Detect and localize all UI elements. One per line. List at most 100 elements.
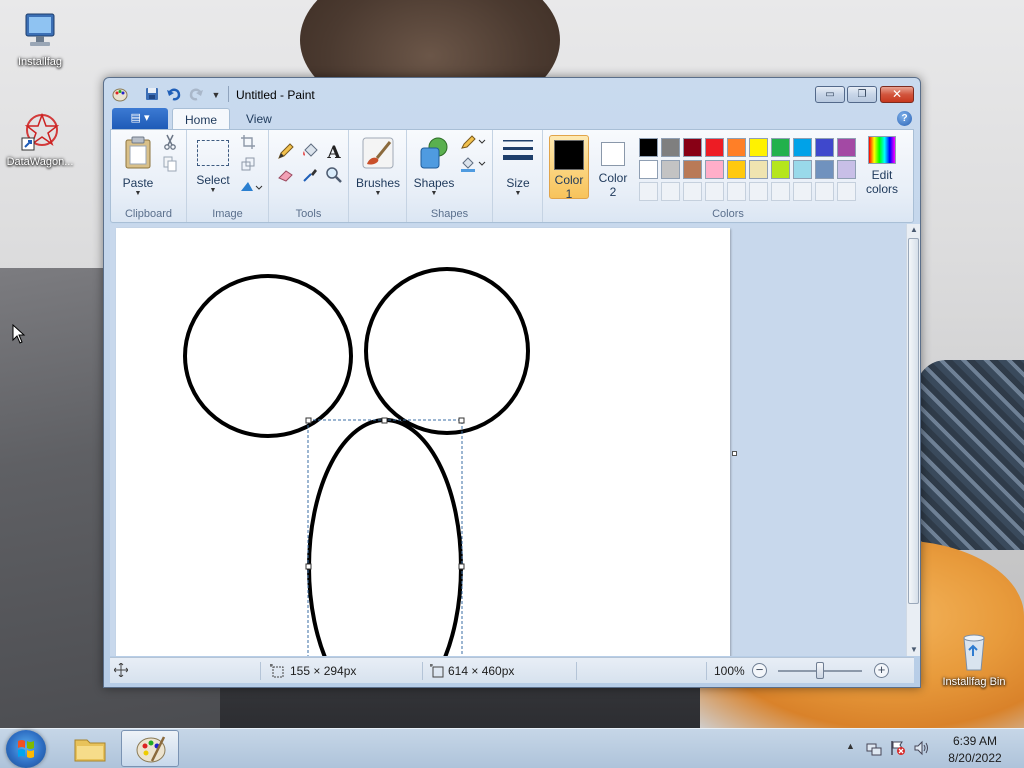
show-hidden-icons-chevron-up-icon[interactable]: ▲ (846, 741, 855, 751)
copy-icon[interactable] (159, 156, 181, 178)
selection-handle[interactable] (458, 563, 465, 570)
paste-button[interactable]: Paste ▼ (119, 136, 157, 197)
palette-swatch[interactable] (727, 138, 746, 157)
palette-swatch[interactable] (705, 138, 724, 157)
drawing-canvas[interactable] (116, 228, 730, 656)
eraser-icon[interactable] (275, 166, 297, 188)
taskbar-explorer[interactable] (61, 730, 119, 767)
brushes-button[interactable]: Brushes ▼ (355, 136, 401, 197)
canvas-size-icon (430, 664, 444, 681)
start-button[interactable] (6, 730, 46, 768)
rotate-icon[interactable] (237, 178, 265, 200)
shapes-button[interactable]: Shapes ▼ (411, 136, 457, 197)
paint-app-icon[interactable] (112, 87, 128, 103)
selection-handle[interactable] (305, 417, 312, 424)
size-button[interactable]: Size ▼ (499, 136, 537, 197)
palette-swatch[interactable] (837, 138, 856, 157)
color-picker-icon[interactable] (299, 166, 321, 188)
selection-handle[interactable] (381, 417, 388, 424)
system-tray: ▲ 6:39 AM 8/20/2022 (840, 729, 1024, 768)
palette-swatch[interactable] (771, 138, 790, 157)
group-label-clipboard: Clipboard (124, 208, 173, 220)
palette-swatch[interactable] (639, 160, 658, 179)
help-icon[interactable]: ? (897, 111, 912, 126)
scroll-up-arrow-icon[interactable]: ▲ (907, 224, 921, 236)
palette-empty-slot[interactable] (661, 182, 680, 201)
status-separator (576, 662, 577, 680)
palette-swatch[interactable] (749, 160, 768, 179)
action-center-flag-icon[interactable] (890, 740, 906, 759)
color1-button[interactable]: Color 1 (549, 135, 589, 201)
fill-bucket-dropdown-icon[interactable] (459, 156, 487, 178)
palette-empty-slot[interactable] (815, 182, 834, 201)
palette-empty-slot[interactable] (771, 182, 790, 201)
palette-swatch[interactable] (749, 138, 768, 157)
palette-swatch[interactable] (815, 160, 834, 179)
close-button[interactable]: ✕ (880, 86, 914, 103)
palette-swatch[interactable] (683, 138, 702, 157)
clock-time[interactable]: 6:39 AM (940, 734, 1010, 748)
group-shapes: Shapes ▼ Shapes (407, 130, 493, 222)
shape-selection-box[interactable] (307, 419, 463, 656)
palette-swatch[interactable] (793, 138, 812, 157)
palette-empty-slot[interactable] (705, 182, 724, 201)
volume-icon[interactable] (914, 740, 930, 759)
palette-swatch[interactable] (771, 160, 790, 179)
palette-empty-slot[interactable] (837, 182, 856, 201)
palette-empty-slot[interactable] (749, 182, 768, 201)
taskbar-paint[interactable] (121, 730, 179, 767)
maximize-button[interactable]: ❐ (847, 86, 877, 103)
minimize-button[interactable]: ▭ (815, 86, 845, 103)
palette-swatch[interactable] (837, 160, 856, 179)
desktop-icon-datawagon[interactable]: DataWagon... (0, 110, 80, 168)
tab-view[interactable]: View (234, 108, 284, 130)
desktop-icon-label: Installfag Bin (942, 676, 1006, 688)
palette-swatch[interactable] (661, 138, 680, 157)
fill-bucket-icon[interactable] (299, 142, 321, 164)
scroll-down-arrow-icon[interactable]: ▼ (907, 644, 921, 656)
zoom-out-button[interactable]: − (752, 663, 767, 678)
palette-swatch[interactable] (815, 138, 834, 157)
magnifier-icon[interactable] (323, 166, 345, 188)
zoom-slider-thumb[interactable] (816, 662, 824, 679)
pencil-icon[interactable] (275, 142, 297, 164)
redo-icon[interactable] (188, 87, 204, 103)
desktop-icon-installfag[interactable]: Installfag (0, 10, 80, 68)
resize-icon[interactable] (237, 156, 259, 178)
palette-swatch[interactable] (705, 160, 724, 179)
palette-swatch[interactable] (793, 160, 812, 179)
scrollbar-thumb[interactable] (908, 238, 919, 604)
network-icon[interactable] (866, 740, 882, 759)
palette-empty-slot[interactable] (727, 182, 746, 201)
color2-button[interactable]: Color 2 (595, 135, 631, 199)
cut-icon[interactable] (159, 134, 181, 156)
palette-empty-slot[interactable] (683, 182, 702, 201)
customize-qat-chevron-down-icon[interactable]: ▼ (208, 87, 224, 103)
selection-handle[interactable] (458, 417, 465, 424)
crop-icon[interactable] (237, 134, 259, 156)
desktop-icon-label: Installfag (17, 56, 63, 68)
zoom-in-button[interactable]: + (874, 663, 889, 678)
canvas-resize-handle[interactable] (732, 451, 737, 456)
vertical-scrollbar[interactable]: ▲ ▼ (906, 224, 920, 656)
palette-swatch[interactable] (727, 160, 746, 179)
windows-logo-icon (18, 740, 34, 758)
desktop-icon-recycle-bin[interactable]: Installfag Bin (934, 630, 1014, 688)
undo-icon[interactable] (166, 87, 182, 103)
text-tool-icon[interactable]: A (323, 142, 345, 164)
selection-handle[interactable] (305, 563, 312, 570)
outline-pencil-icon[interactable] (459, 134, 487, 156)
save-icon[interactable] (144, 87, 160, 103)
palette-swatch[interactable] (639, 138, 658, 157)
title-bar[interactable]: ▼ Untitled - Paint ▭ ❐ ✕ (104, 78, 920, 108)
palette-swatch[interactable] (661, 160, 680, 179)
palette-empty-slot[interactable] (639, 182, 658, 201)
palette-empty-slot[interactable] (793, 182, 812, 201)
clock-date[interactable]: 8/20/2022 (940, 751, 1010, 765)
tab-home[interactable]: Home (172, 108, 231, 130)
color1-number: 1 (565, 187, 573, 201)
select-button[interactable]: Select ▼ (193, 136, 233, 194)
edit-colors-button[interactable]: Edit colors (859, 134, 905, 196)
paint-menu-button[interactable]: ▤ ▾ (112, 108, 168, 129)
palette-swatch[interactable] (683, 160, 702, 179)
